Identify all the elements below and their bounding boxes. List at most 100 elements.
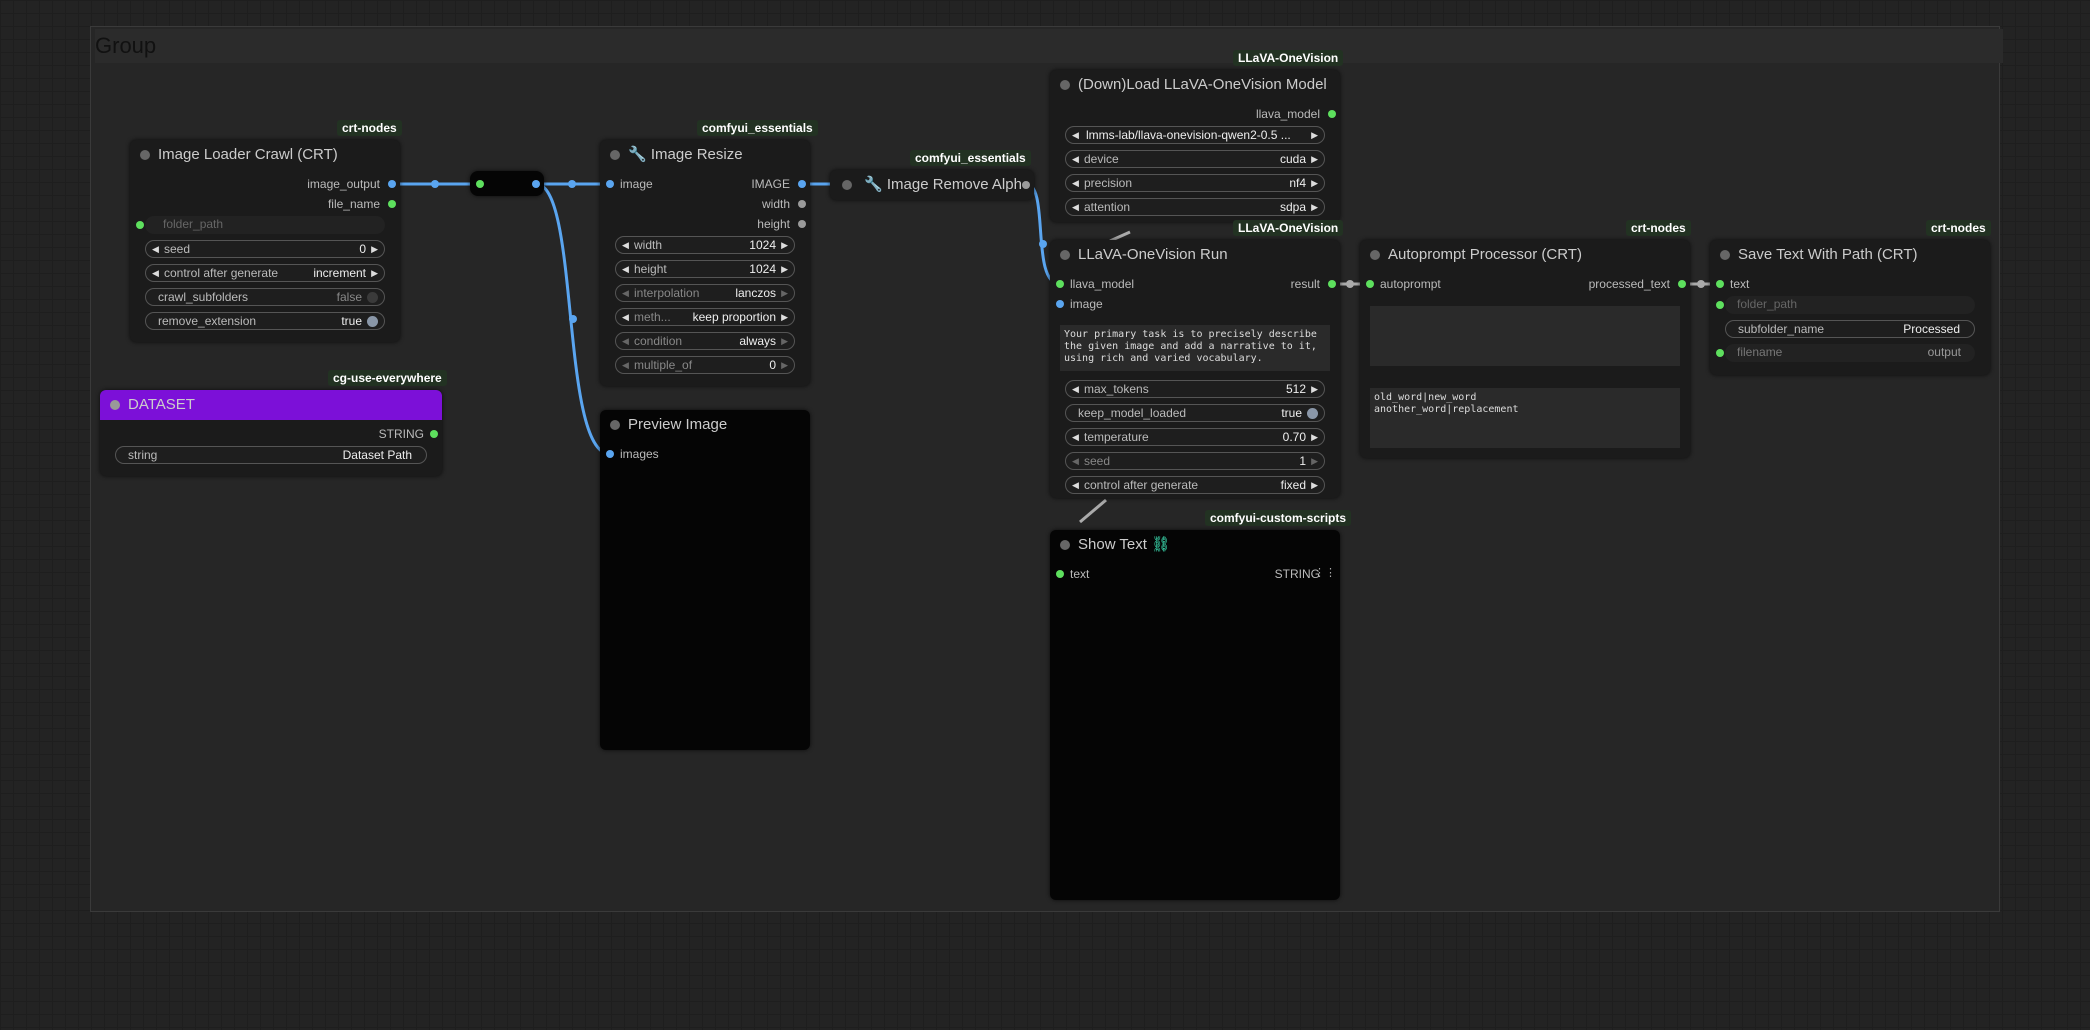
- dataset-title[interactable]: DATASET: [100, 390, 442, 420]
- loader-title[interactable]: Image Loader Crawl (CRT): [130, 140, 400, 170]
- savetext-badge: crt-nodes: [1926, 220, 1991, 236]
- resize-cond-widget[interactable]: ◀ condition always ▶: [615, 332, 795, 350]
- dataset-string-widget[interactable]: string Dataset Path: [115, 446, 427, 464]
- llava-load-node[interactable]: (Down)Load LLaVA-OneVision Model llava_m…: [1050, 70, 1340, 222]
- resize-method-widget[interactable]: ◀ meth... keep proportion ▶: [615, 308, 795, 326]
- loader-folder-socket[interactable]: [136, 221, 144, 229]
- llavarun-seed-widget[interactable]: ◀ seed 1 ▶: [1065, 452, 1325, 470]
- resize-title[interactable]: 🔧 Image Resize: [600, 140, 810, 170]
- autoprompt-badge: crt-nodes: [1626, 220, 1691, 236]
- remove-alpha-node[interactable]: 🔧 Image Remove Alph: [830, 170, 1034, 200]
- savetext-subfolder-widget[interactable]: subfolder_name Processed: [1725, 320, 1975, 338]
- preview-in-socket[interactable]: [606, 450, 614, 458]
- save-text-node[interactable]: Save Text With Path (CRT) text folder_pa…: [1710, 240, 1990, 375]
- llavaload-out-socket[interactable]: [1328, 110, 1336, 118]
- llavarun-in-model: llava_model: [1070, 277, 1135, 291]
- dataset-out-socket[interactable]: [430, 430, 438, 438]
- reroute-output-socket[interactable]: [532, 180, 540, 188]
- savetext-in-text: text: [1730, 277, 1750, 291]
- show-text-node[interactable]: Show Text ⛓ text STRING ⋮⋮: [1050, 530, 1340, 900]
- loader-out-image: image_output: [307, 177, 380, 191]
- removealpha-out-socket[interactable]: [1022, 181, 1030, 189]
- loader-remove-toggle[interactable]: remove_extension true: [145, 312, 385, 330]
- loader-cag-widget[interactable]: ◀ control after generate increment ▶: [145, 264, 385, 282]
- loader-crawl-toggle[interactable]: crawl_subfolders false: [145, 288, 385, 306]
- showtext-in-text: text: [1070, 567, 1090, 581]
- llavarun-in-image-socket[interactable]: [1056, 300, 1064, 308]
- llavaload-precision-widget[interactable]: ◀ precision nf4 ▶: [1065, 174, 1325, 192]
- resize-in-image: image: [620, 177, 653, 191]
- autoprompt-in-socket[interactable]: [1366, 280, 1374, 288]
- llavarun-out-result: result: [1290, 277, 1320, 291]
- savetext-title[interactable]: Save Text With Path (CRT): [1710, 240, 1990, 270]
- llavarun-temp-widget[interactable]: ◀ temperature 0.70 ▶: [1065, 428, 1325, 446]
- llavaload-title[interactable]: (Down)Load LLaVA-OneVision Model: [1050, 70, 1340, 100]
- loader-folder-path-input[interactable]: folder_path: [145, 216, 385, 234]
- link-icon: ⛓: [1151, 536, 1171, 553]
- llavarun-title[interactable]: LLaVA-OneVision Run: [1050, 240, 1340, 270]
- llavarun-badge: LLaVA-OneVision: [1233, 220, 1344, 236]
- image-loader-node[interactable]: Image Loader Crawl (CRT) image_output fi…: [130, 140, 400, 342]
- savetext-folder-socket[interactable]: [1716, 301, 1724, 309]
- loader-badge: crt-nodes: [337, 120, 402, 136]
- autoprompt-text-area[interactable]: [1370, 306, 1680, 366]
- llavaload-out-model: llava_model: [1255, 107, 1320, 121]
- autoprompt-out-socket[interactable]: [1678, 280, 1686, 288]
- llavarun-in-image: image: [1070, 297, 1103, 311]
- autoprompt-in-label: autoprompt: [1380, 277, 1441, 291]
- autoprompt-title[interactable]: Autoprompt Processor (CRT): [1360, 240, 1690, 270]
- arrow-left-icon: ◀: [152, 244, 159, 254]
- llava-run-node[interactable]: LLaVA-OneVision Run llava_model image re…: [1050, 240, 1340, 498]
- wrench-icon: 🔧: [864, 176, 883, 193]
- llavarun-keep-toggle[interactable]: keep_model_loaded true: [1065, 404, 1325, 422]
- llavarun-maxtokens-widget[interactable]: ◀ max_tokens 512 ▶: [1065, 380, 1325, 398]
- preview-image-node[interactable]: Preview Image images: [600, 410, 810, 750]
- showtext-title[interactable]: Show Text ⛓: [1050, 530, 1340, 560]
- removealpha-title[interactable]: 🔧 Image Remove Alph: [830, 170, 1034, 200]
- resize-width-widget[interactable]: ◀ width 1024 ▶: [615, 236, 795, 254]
- autoprompt-replace-textarea[interactable]: old_word|new_word another_word|replaceme…: [1370, 388, 1680, 448]
- arrow-right-icon: ▶: [371, 244, 378, 254]
- resize-mult-widget[interactable]: ◀ multiple_of 0 ▶: [615, 356, 795, 374]
- preview-in-images: images: [620, 447, 659, 461]
- resize-out-image: IMAGE: [751, 177, 790, 191]
- llavaload-device-widget[interactable]: ◀ device cuda ▶: [1065, 150, 1325, 168]
- savetext-filename-socket[interactable]: [1716, 349, 1724, 357]
- collapse-dot-icon[interactable]: [140, 150, 150, 160]
- resize-height-widget[interactable]: ◀ height 1024 ▶: [615, 260, 795, 278]
- loader-out-image-socket[interactable]: [388, 180, 396, 188]
- resize-out-height-socket[interactable]: [798, 220, 806, 228]
- autoprompt-out-label: processed_text: [1588, 277, 1670, 291]
- image-resize-node[interactable]: 🔧 Image Resize image IMAGE width height …: [600, 140, 810, 386]
- llavarun-cag-widget[interactable]: ◀ control after generate fixed ▶: [1065, 476, 1325, 494]
- wrench-icon: 🔧: [628, 146, 647, 163]
- showtext-in-socket[interactable]: [1056, 570, 1064, 578]
- autoprompt-node[interactable]: Autoprompt Processor (CRT) autoprompt pr…: [1360, 240, 1690, 458]
- loader-seed-widget[interactable]: ◀ seed 0 ▶: [145, 240, 385, 258]
- loader-out-file: file_name: [327, 197, 380, 211]
- resize-out-width: width: [761, 197, 790, 211]
- resize-out-width-socket[interactable]: [798, 200, 806, 208]
- llavarun-out-socket[interactable]: [1328, 280, 1336, 288]
- resize-out-height: height: [757, 217, 790, 231]
- dataset-node[interactable]: DATASET STRING string Dataset Path: [100, 390, 442, 476]
- reroute-input-socket[interactable]: [476, 180, 484, 188]
- savetext-folder-input[interactable]: folder_path: [1725, 296, 1975, 314]
- llavaload-badge: LLaVA-OneVision: [1233, 50, 1344, 66]
- preview-title[interactable]: Preview Image: [600, 410, 810, 440]
- savetext-in-socket[interactable]: [1716, 280, 1724, 288]
- resize-interp-widget[interactable]: ◀ interpolation lanczos ▶: [615, 284, 795, 302]
- resize-in-socket[interactable]: [606, 180, 614, 188]
- llavaload-model-widget[interactable]: ◀ lmms-lab/llava-onevision-qwen2-0.5 ... ▶: [1065, 126, 1325, 144]
- removealpha-badge: comfyui_essentials: [910, 150, 1031, 166]
- grid-icon: ⋮⋮: [1314, 567, 1336, 579]
- llavarun-prompt-textarea[interactable]: Your primary task is to precisely descri…: [1060, 325, 1330, 371]
- llavarun-in-model-socket[interactable]: [1056, 280, 1064, 288]
- resize-badge: comfyui_essentials: [697, 120, 818, 136]
- wire-result-showtext: [1079, 498, 1107, 524]
- llavaload-attention-widget[interactable]: ◀ attention sdpa ▶: [1065, 198, 1325, 216]
- resize-out-image-socket[interactable]: [798, 180, 806, 188]
- loader-out-file-socket[interactable]: [388, 200, 396, 208]
- reroute-node[interactable]: [470, 171, 544, 196]
- savetext-filename-input[interactable]: filename output: [1725, 344, 1975, 362]
